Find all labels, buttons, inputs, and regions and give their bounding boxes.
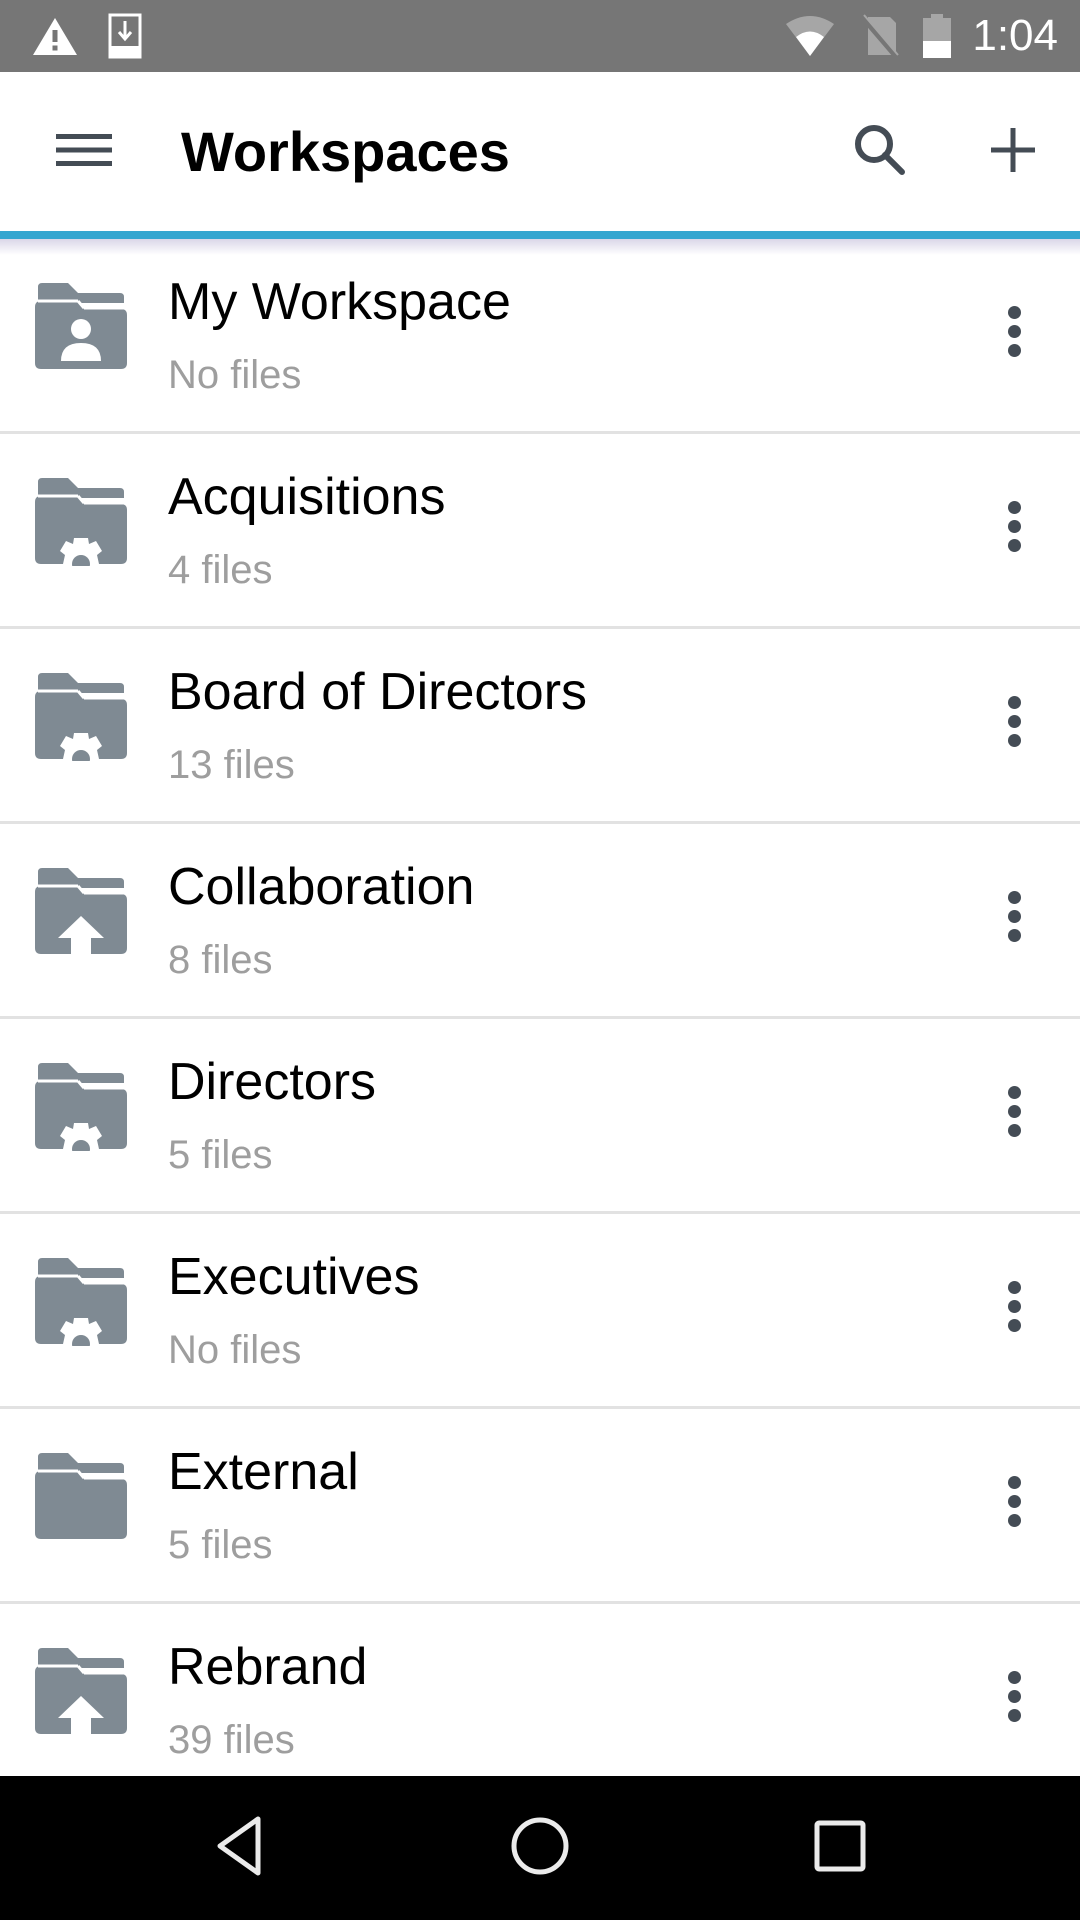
workspace-row-board-of-directors[interactable]: Board of Directors 13 files [0,629,1080,824]
workspace-file-count: 5 files [168,1133,273,1177]
kebab-dot-icon [1007,1280,1021,1294]
folder-gear-icon [34,476,128,573]
workspace-name: Directors [168,1053,377,1111]
add-button[interactable] [973,112,1053,192]
workspace-file-count: No files [168,353,302,397]
page-title: Workspaces [181,120,510,183]
kebab-dot-icon [1007,305,1021,319]
kebab-dot-icon [1007,519,1021,533]
workspace-file-count: No files [168,1328,302,1372]
kebab-dot-icon [1007,714,1021,728]
app-bar-accent-line [0,231,1080,239]
workspace-file-count: 4 files [168,548,273,592]
more-options-button[interactable] [983,871,1045,961]
workspace-row-my-workspace[interactable]: My Workspace No files [0,239,1080,434]
menu-button[interactable] [36,112,132,192]
workspace-row-rebrand[interactable]: Rebrand 39 files [0,1604,1080,1776]
app-bar: Workspaces [0,72,1080,231]
search-icon [852,122,908,183]
home-button[interactable] [490,1798,590,1898]
folder-gear-icon [34,671,128,768]
workspace-name: Executives [168,1248,420,1306]
more-options-button[interactable] [983,676,1045,766]
kebab-dot-icon [1007,1689,1021,1703]
kebab-dot-icon [1007,1475,1021,1489]
kebab-dot-icon [1007,500,1021,514]
more-options-button[interactable] [983,1261,1045,1351]
workspace-file-count: 39 files [168,1718,295,1762]
workspace-row-directors[interactable]: Directors 5 files [0,1019,1080,1214]
battery-icon [922,0,952,72]
workspace-row-acquisitions[interactable]: Acquisitions 4 files [0,434,1080,629]
folder-upload-icon [34,1646,128,1736]
workspace-file-count: 8 files [168,938,273,982]
folder-gear-icon [34,1256,128,1353]
kebab-dot-icon [1007,733,1021,747]
kebab-dot-icon [1007,890,1021,904]
back-button[interactable] [190,1798,290,1898]
workspace-name: External [168,1443,359,1501]
workspace-list[interactable]: My Workspace No files Acquisitions 4 fil… [0,239,1080,1776]
kebab-dot-icon [1007,928,1021,942]
kebab-dot-icon [1007,1670,1021,1684]
workspace-row-executives[interactable]: Executives No files [0,1214,1080,1409]
workspace-name: Rebrand [168,1638,368,1696]
folder-user-icon [34,281,128,371]
workspace-file-count: 5 files [168,1523,273,1567]
more-options-button[interactable] [983,1651,1045,1741]
more-options-button[interactable] [983,286,1045,376]
status-time: 1:04 [972,11,1058,60]
more-options-button[interactable] [983,481,1045,571]
kebab-dot-icon [1007,1513,1021,1527]
kebab-dot-icon [1007,1708,1021,1722]
kebab-dot-icon [1007,1085,1021,1099]
kebab-dot-icon [1007,343,1021,357]
kebab-dot-icon [1007,324,1021,338]
folder-gear-icon [34,1061,128,1158]
recents-square-icon [812,1818,868,1879]
workspace-name: My Workspace [168,273,511,331]
download-icon [108,0,142,72]
workspace-name: Acquisitions [168,468,446,526]
folder-icon [34,1451,128,1541]
kebab-dot-icon [1007,1299,1021,1313]
recents-button[interactable] [790,1798,890,1898]
no-sim-icon [860,0,900,72]
search-button[interactable] [840,112,920,192]
wifi-icon [784,0,836,72]
workspace-name: Collaboration [168,858,475,916]
status-bar: 1:04 [0,0,1080,72]
system-nav-bar [0,1776,1080,1920]
workspace-row-collaboration[interactable]: Collaboration 8 files [0,824,1080,1019]
kebab-dot-icon [1007,1123,1021,1137]
kebab-dot-icon [1007,909,1021,923]
kebab-dot-icon [1007,695,1021,709]
kebab-dot-icon [1007,1104,1021,1118]
warning-icon [32,0,78,72]
kebab-dot-icon [1007,1318,1021,1332]
folder-upload-icon [34,866,128,956]
workspace-file-count: 13 files [168,743,295,787]
hamburger-menu-icon [56,130,112,175]
kebab-dot-icon [1007,538,1021,552]
more-options-button[interactable] [983,1066,1045,1156]
plus-icon [990,127,1036,178]
workspace-name: Board of Directors [168,663,588,721]
workspace-row-external[interactable]: External 5 files [0,1409,1080,1604]
home-circle-icon [509,1815,571,1882]
kebab-dot-icon [1007,1494,1021,1508]
more-options-button[interactable] [983,1456,1045,1546]
back-triangle-icon [212,1815,268,1882]
